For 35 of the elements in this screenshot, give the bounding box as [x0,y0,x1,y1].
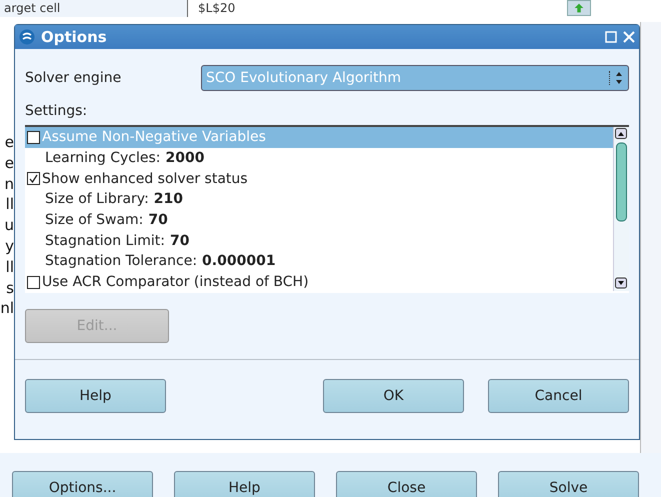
help-button[interactable]: Help [174,471,315,497]
text-fragment: e [4,132,14,153]
settings-item[interactable]: Size of Swam: 70 [25,210,613,230]
solve-button[interactable]: Solve [498,471,639,497]
help-button[interactable]: Help [25,379,166,413]
text-fragment: y [5,236,14,257]
checkbox[interactable] [27,276,40,289]
settings-item[interactable]: Size of Library: 210 [25,189,613,210]
close-button[interactable]: Close [336,471,477,497]
checkbox[interactable] [27,130,40,144]
solver-engine-label: Solver engine [25,70,122,86]
window-title: Options [41,28,107,46]
settings-label: Settings: [25,103,88,119]
settings-item[interactable]: Learning Cycles: 2000 [25,148,613,168]
text-fragment: ll [6,256,14,278]
cancel-button[interactable]: Cancel [488,379,629,413]
settings-item[interactable]: Use ACR Comparator (instead of BCH) [25,272,613,292]
settings-item[interactable]: Stagnation Tolerance: 0.000001 [25,251,613,272]
maximize-icon[interactable] [605,31,617,43]
options-button[interactable]: Options... [12,471,153,497]
text-fragment: u [4,215,14,236]
ok-button[interactable]: OK [323,379,464,413]
cell-label: arget cell [4,1,60,15]
settings-item[interactable]: Stagnation Limit: 70 [25,230,613,252]
text-fragment: nl [0,298,14,320]
app-icon [19,29,35,45]
close-icon[interactable] [623,31,635,43]
scrollbar[interactable] [613,127,629,291]
text-fragment: e [4,152,14,174]
cell-value: $L$20 [198,1,236,15]
text-fragment: n [4,174,14,194]
checked-checkbox[interactable] [27,172,40,186]
settings-item[interactable]: Show enhanced solver status [25,168,613,190]
text-fragment: ll [6,194,14,216]
text-fragment: s [6,278,14,298]
